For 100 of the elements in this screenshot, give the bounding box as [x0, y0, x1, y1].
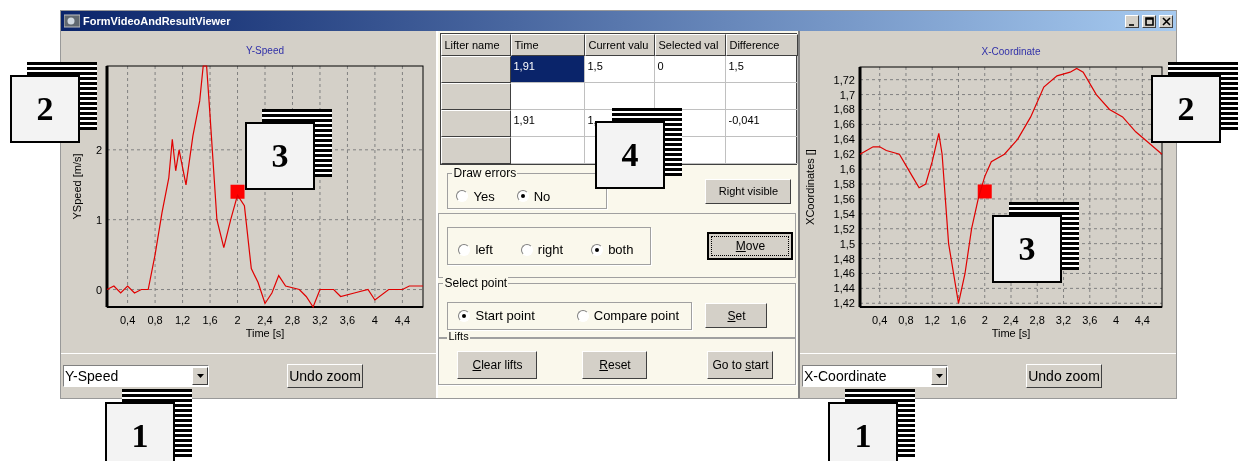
chart-title: Y-Speed [246, 45, 284, 56]
column-header[interactable]: Selected val [655, 34, 727, 56]
column-header[interactable]: Lifter name [441, 34, 512, 56]
table-cell[interactable]: 1,5 [585, 56, 656, 83]
tick-label: 1,5 [839, 237, 855, 250]
tick-label: 0,8 [147, 314, 163, 326]
column-header[interactable]: Current valu [585, 34, 656, 56]
tick-label: 2 [95, 143, 102, 156]
tick-label: 4,4 [394, 314, 411, 326]
tick-label: 1,72 [833, 73, 855, 86]
radio-button[interactable] [576, 309, 589, 322]
tick-label: 1,68 [833, 103, 855, 116]
move-button[interactable]: Move [707, 231, 794, 260]
radio-option[interactable]: No [516, 188, 551, 204]
tick-label: 1,6 [202, 314, 218, 326]
radio-option[interactable]: both [591, 242, 634, 257]
tick-label: 1,48 [833, 252, 855, 265]
tick-label: 1,58 [833, 178, 855, 190]
clear-lifts-button[interactable]: Clear lifts [457, 350, 538, 379]
tick-label: 1,66 [833, 118, 855, 131]
tick-label: 1 [95, 213, 102, 226]
reset-button[interactable]: Reset [582, 350, 648, 379]
undo-zoom-button[interactable]: Undo zoom [1026, 364, 1102, 388]
row-header[interactable] [441, 83, 512, 110]
tick-label: 1,42 [833, 297, 855, 310]
tick-label: 1,44 [833, 282, 855, 295]
tick-label: 3,2 [1055, 314, 1072, 326]
tick-label: 2 [234, 314, 241, 326]
callout-tooltip: 3 [245, 109, 332, 190]
tick-label: 1,6 [950, 314, 967, 326]
dropdown-button[interactable] [931, 367, 947, 385]
table-cell[interactable]: -0,041 [726, 110, 799, 137]
set-button[interactable]: Set [705, 303, 768, 328]
point-marker [977, 184, 992, 199]
tick-label: 2,4 [257, 314, 273, 326]
callout-tooltip: 2 [10, 62, 97, 143]
callout-tooltip: 1 [105, 389, 192, 461]
tick-label: 1,56 [833, 192, 855, 205]
radio-option[interactable]: left [458, 242, 493, 257]
tick-label: 2,8 [284, 314, 301, 326]
callout-tooltip: 3 [992, 202, 1079, 283]
tick-label: 1,62 [833, 148, 855, 161]
tick-label: 4 [371, 314, 378, 326]
table-cell[interactable]: 0 [655, 56, 727, 83]
tick-label: 1,7 [839, 88, 855, 101]
point-marker [230, 184, 245, 199]
table-cell[interactable]: 1,91 [511, 56, 586, 83]
tick-label: 3,6 [1082, 314, 1098, 326]
tick-label: 1,54 [833, 207, 855, 220]
column-header[interactable]: Time [511, 34, 586, 56]
column-header[interactable]: Difference [726, 34, 799, 56]
tick-label: 0,4 [119, 314, 136, 326]
video-camera-icon [64, 14, 80, 28]
tick-label: 4,4 [1134, 314, 1150, 326]
table-cell[interactable] [726, 83, 799, 110]
radio-option[interactable]: Start point [458, 308, 535, 323]
undo-zoom-button[interactable]: Undo zoom [287, 364, 363, 388]
tick-label: 1,52 [833, 222, 855, 235]
close-icon[interactable] [1161, 16, 1171, 26]
axis-title: XCoordinates [] [804, 149, 816, 225]
tick-label: 1,2 [174, 314, 191, 326]
radio-option[interactable]: right [520, 242, 564, 257]
tick-label: 2,4 [1003, 314, 1019, 326]
row-header[interactable] [441, 110, 512, 137]
table-cell[interactable]: 1,5 [726, 56, 799, 83]
table-cell[interactable] [511, 137, 586, 164]
axis-title: Time [s] [245, 327, 285, 339]
callout-tooltip: 1 [828, 389, 915, 461]
maximize-icon[interactable] [1144, 16, 1154, 26]
window-title: FormVideoAndResultViewer [83, 15, 232, 27]
table-cell[interactable]: 1,91 [511, 110, 586, 137]
tick-label: 1,6 [839, 163, 855, 176]
radio-option[interactable]: Compare point [576, 308, 680, 323]
tick-label: 0,4 [872, 314, 888, 326]
tick-label: 1,64 [833, 133, 855, 146]
axis-title: YSpeed [m/s] [71, 153, 83, 220]
radio-button[interactable] [516, 190, 529, 202]
table-cell[interactable] [726, 137, 799, 164]
series-dropdown[interactable]: X-Coordinate [802, 365, 948, 387]
radio-button[interactable] [591, 243, 604, 256]
tick-label: 2 [981, 314, 988, 326]
tick-label: 4 [1113, 314, 1120, 326]
right-visible-button[interactable]: Right visible [705, 178, 792, 204]
dropdown-button[interactable] [192, 367, 208, 385]
tick-label: 0,8 [898, 314, 914, 326]
table-cell[interactable] [511, 83, 586, 110]
tick-label: 3,2 [312, 314, 328, 326]
row-header[interactable] [441, 56, 512, 83]
group-title: Draw errors [452, 166, 518, 180]
radio-button[interactable] [458, 243, 471, 256]
tick-label: 2,8 [1029, 314, 1045, 326]
caret-icon [935, 374, 943, 378]
radio-button[interactable] [458, 309, 471, 322]
go-to-start-button[interactable]: Go to start [707, 350, 774, 379]
row-header[interactable] [441, 137, 512, 164]
tick-label: 1,46 [833, 267, 855, 280]
radio-button[interactable] [456, 190, 469, 202]
radio-button[interactable] [520, 243, 533, 256]
radio-option[interactable]: Yes [456, 188, 495, 204]
series-dropdown[interactable]: Y-Speed [63, 365, 209, 387]
